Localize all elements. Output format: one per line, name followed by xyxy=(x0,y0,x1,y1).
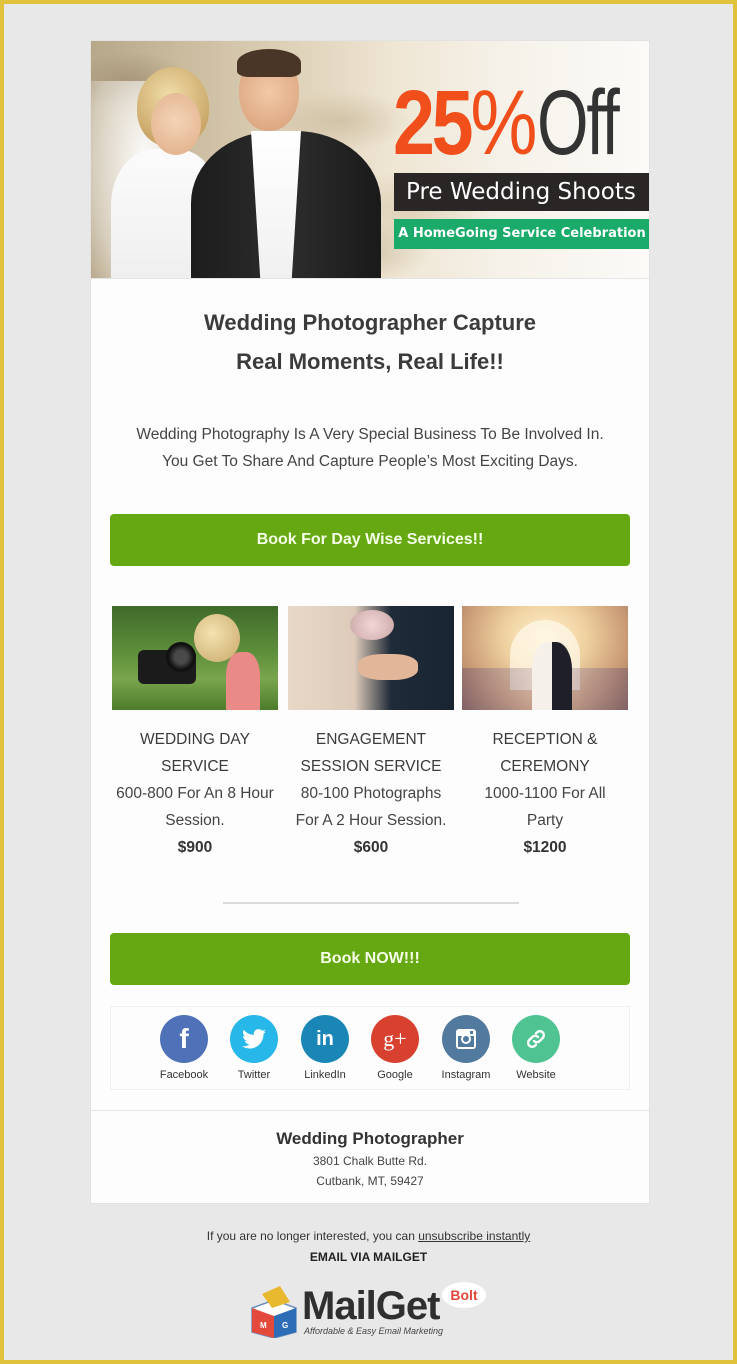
hero-banner: 25% Off Pre Wedding Shoots A HomeGoing S… xyxy=(91,41,649,279)
main-headline: Wedding Photographer Capture Real Moment… xyxy=(91,303,649,381)
facebook-icon[interactable]: f xyxy=(160,1015,208,1063)
email-via-label: EMAIL VIA MAILGET xyxy=(309,1250,428,1264)
discount-off: Off xyxy=(537,72,620,174)
service-price: $600 xyxy=(353,839,389,856)
intro-line-1: Wedding Photography Is A Very Special Bu… xyxy=(136,426,604,443)
service-title: SERVICE xyxy=(161,758,229,775)
social-label[interactable]: Website xyxy=(506,1069,566,1082)
bolt-badge: Bolt xyxy=(442,1282,486,1308)
address-street: 3801 Chalk Butte Rd. xyxy=(312,1154,428,1168)
address-separator xyxy=(91,1110,649,1111)
intro-line-2: You Get To Share And Capture People’s Mo… xyxy=(162,453,578,470)
photographer-image xyxy=(112,606,278,710)
service-price: $900 xyxy=(177,839,213,856)
social-links: f Facebook Twitter in LinkedIn g+ Google… xyxy=(110,1006,630,1090)
svg-text:M: M xyxy=(260,1321,267,1330)
headline-line-2: Real Moments, Real Life!! xyxy=(236,349,504,374)
unsubscribe-prefix: If you are no longer interested, you can xyxy=(206,1229,419,1243)
social-label[interactable]: Instagram xyxy=(436,1069,496,1082)
link-icon[interactable] xyxy=(512,1015,560,1063)
discount-percent: 25% xyxy=(393,77,537,169)
service-description: 1000-1100 For All xyxy=(484,785,606,802)
social-facebook[interactable]: f Facebook xyxy=(154,1015,214,1082)
linkedin-icon[interactable]: in xyxy=(301,1015,349,1063)
service-description: 600-800 For An 8 Hour xyxy=(116,785,274,802)
promo-subtitle-band: A HomeGoing Service Celebration xyxy=(394,219,649,249)
services-grid: WEDDING DAY SERVICE 600-800 For An 8 Hou… xyxy=(110,606,630,866)
discount-number: 25 xyxy=(393,72,474,174)
unsubscribe-text: If you are no longer interested, you can… xyxy=(0,1226,737,1246)
mailget-brand: MailGet xyxy=(302,1284,440,1328)
mailget-logo[interactable]: M G MailGet Bolt Affordable & Easy Email… xyxy=(250,1282,490,1342)
social-label[interactable]: Google xyxy=(365,1069,425,1082)
promo-title-band: Pre Wedding Shoots xyxy=(394,173,649,211)
service-title: CEREMONY xyxy=(500,758,590,775)
service-price: $1200 xyxy=(523,839,567,856)
service-engagement-session: ENGAGEMENT SESSION SERVICE 80-100 Photog… xyxy=(286,606,456,861)
mailget-box-icon: M G xyxy=(251,1286,297,1338)
service-title: RECEPTION & xyxy=(492,731,598,748)
social-google[interactable]: g+ Google xyxy=(365,1015,425,1082)
mailget-tagline: Affordable & Easy Email Marketing xyxy=(304,1326,444,1336)
social-label[interactable]: Facebook xyxy=(154,1069,214,1082)
section-divider xyxy=(223,902,519,904)
ring-exchange-image xyxy=(288,606,454,710)
service-description: Party xyxy=(526,812,564,829)
email-footer: If you are no longer interested, you can… xyxy=(0,1226,737,1267)
reception-dance-image xyxy=(462,606,628,710)
service-description: For A 2 Hour Session. xyxy=(295,812,447,829)
email-card: 25% Off Pre Wedding Shoots A HomeGoing S… xyxy=(90,40,650,1204)
social-instagram[interactable]: Instagram xyxy=(436,1015,496,1082)
social-label[interactable]: LinkedIn xyxy=(295,1069,355,1082)
book-day-wise-button[interactable]: Book For Day Wise Services!! xyxy=(110,514,630,566)
service-title: SESSION SERVICE xyxy=(300,758,442,775)
svg-text:G: G xyxy=(282,1321,288,1330)
percent-sign: % xyxy=(470,72,537,174)
twitter-icon[interactable] xyxy=(230,1015,278,1063)
intro-paragraph: Wedding Photography Is A Very Special Bu… xyxy=(91,421,649,475)
business-name: Wedding Photographer xyxy=(276,1129,464,1148)
business-address: Wedding Photographer 3801 Chalk Butte Rd… xyxy=(91,1127,649,1191)
headline-line-1: Wedding Photographer Capture xyxy=(203,310,537,335)
book-now-button[interactable]: Book NOW!!! xyxy=(110,933,630,985)
unsubscribe-link[interactable]: unsubscribe instantly xyxy=(418,1229,530,1243)
bride-face xyxy=(151,93,201,155)
address-city: Cutbank, MT, 59427 xyxy=(316,1174,424,1188)
service-description: Session. xyxy=(165,812,225,829)
service-wedding-day: WEDDING DAY SERVICE 600-800 For An 8 Hou… xyxy=(110,606,280,861)
service-title: WEDDING DAY xyxy=(140,731,250,748)
social-linkedin[interactable]: in LinkedIn xyxy=(295,1015,355,1082)
instagram-icon[interactable] xyxy=(442,1015,490,1063)
service-description: 80-100 Photographs xyxy=(300,785,442,802)
google-plus-icon[interactable]: g+ xyxy=(371,1015,419,1063)
service-reception-ceremony: RECEPTION & CEREMONY 1000-1100 For All P… xyxy=(460,606,630,861)
social-website[interactable]: Website xyxy=(506,1015,566,1082)
social-label[interactable]: Twitter xyxy=(224,1069,284,1082)
service-title: ENGAGEMENT xyxy=(315,731,427,748)
groom-hair xyxy=(237,49,301,77)
social-twitter[interactable]: Twitter xyxy=(224,1015,284,1082)
